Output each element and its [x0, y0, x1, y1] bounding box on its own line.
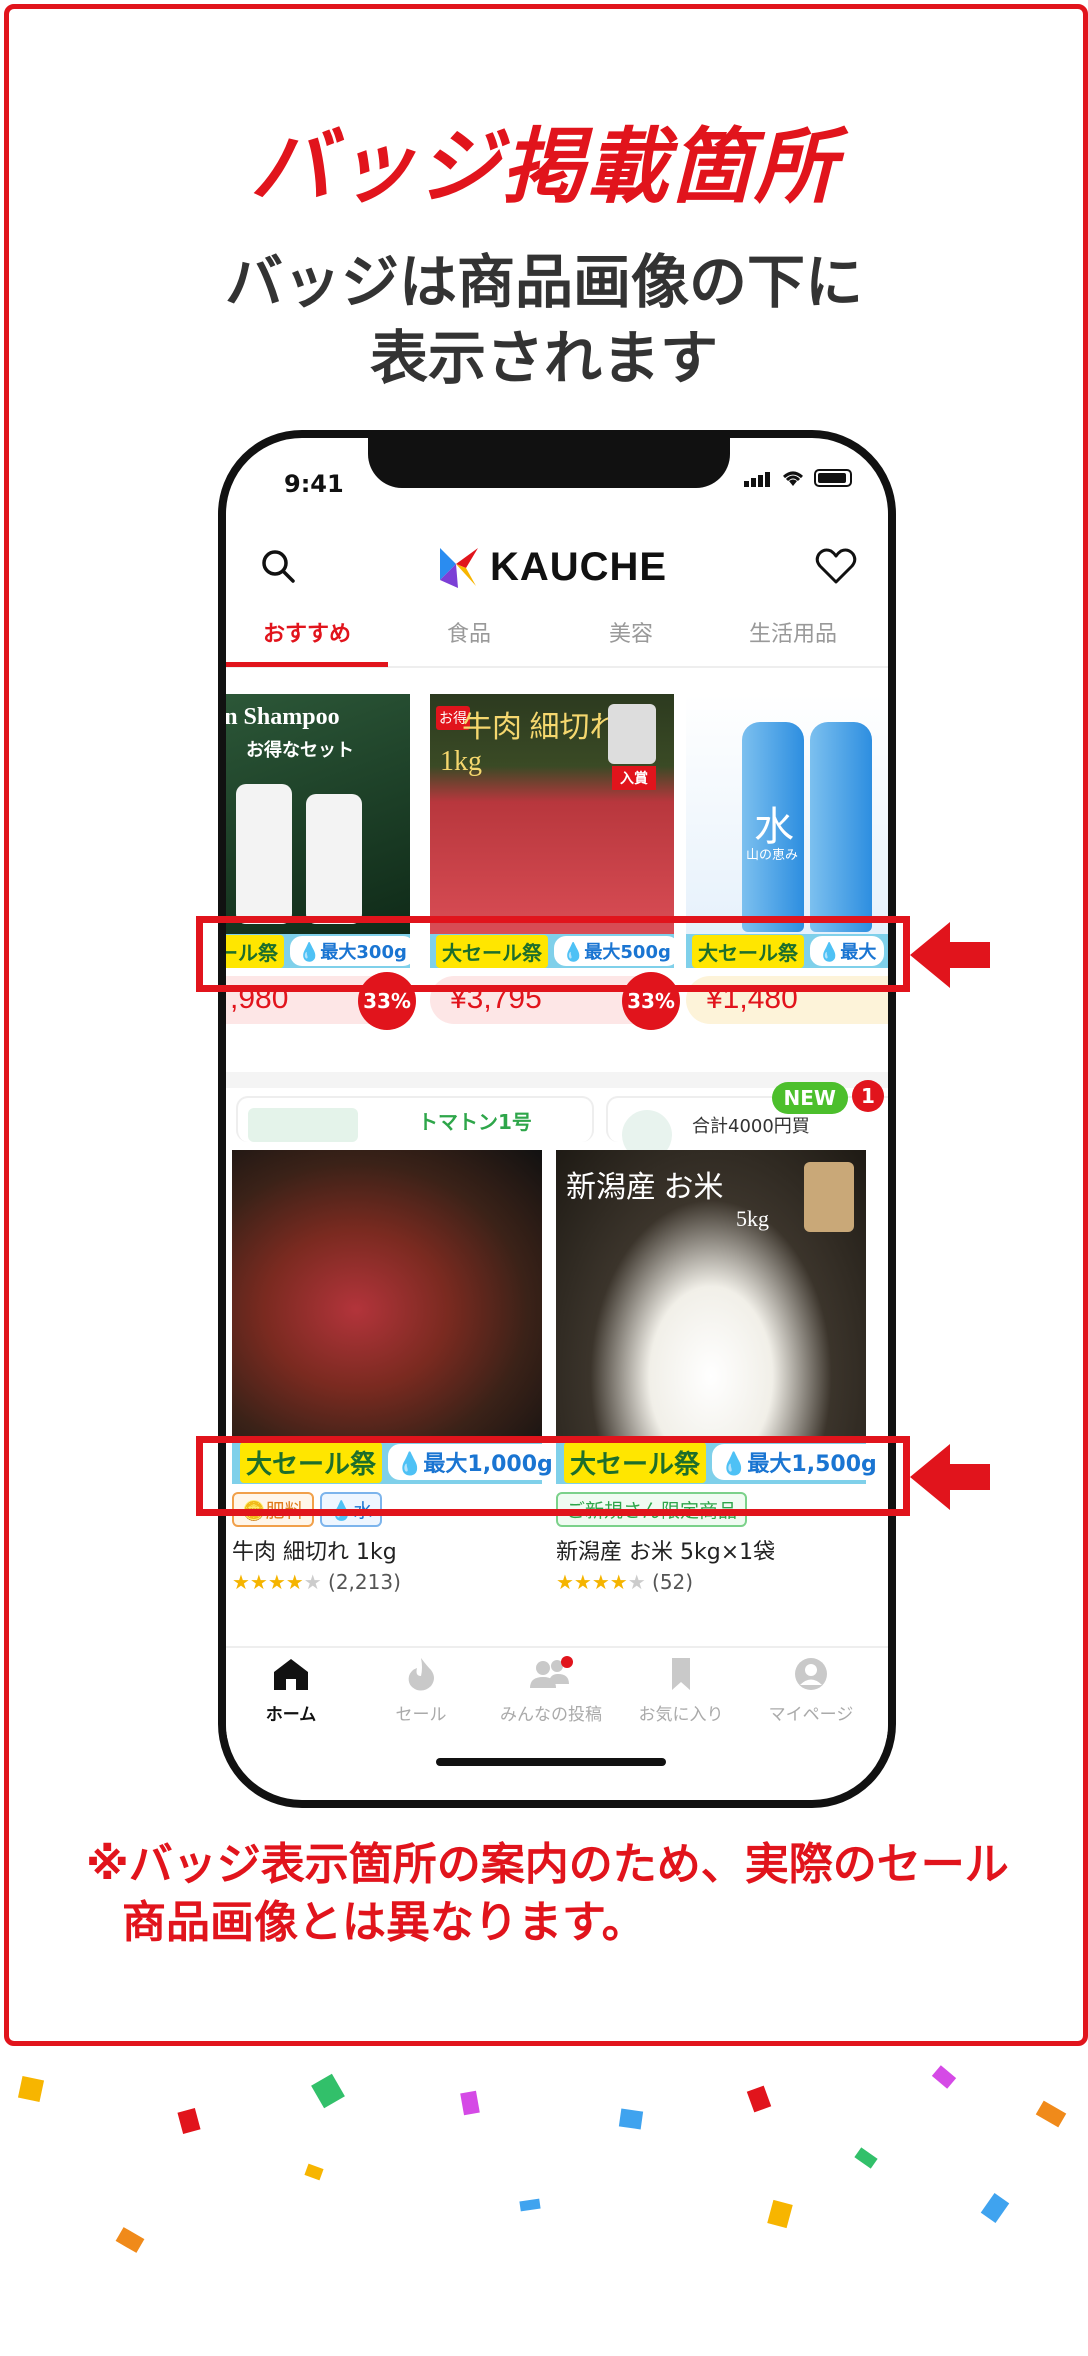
- campaign-text: 合計4000円買: [692, 1116, 810, 1137]
- app-logo: KAUCHE: [436, 544, 667, 590]
- phone-mockup: 9:41 KAUCHE おすすめ 食品 美容 生活用品 n Shampoo お得…: [218, 430, 896, 1808]
- product-card-rice[interactable]: 新潟産 お米 5kg 大セール祭 💧最大1,500g ご新規さん限定商品 新潟産…: [556, 1150, 885, 1600]
- user-icon: [795, 1658, 827, 1690]
- product-image-beef: お得 牛肉 細切れ 1kg 入賞: [430, 694, 674, 934]
- left-arrow-icon: [910, 922, 990, 988]
- status-icons: [744, 468, 852, 487]
- subtitle-line-1: バッジは商品画像の下に: [224, 248, 863, 316]
- left-arrow-icon: [910, 1444, 990, 1510]
- people-icon: [530, 1656, 573, 1688]
- product-image-rice: 新潟産 お米 5kg: [556, 1150, 866, 1440]
- battery-icon: [814, 468, 852, 487]
- tab-beauty[interactable]: 美容: [550, 616, 712, 648]
- new-badge: NEW: [771, 1082, 848, 1114]
- product-rating: ★★★★★ (52): [556, 1570, 694, 1594]
- badge-highlight-box: [196, 916, 910, 992]
- nav-home[interactable]: ホーム: [226, 1656, 356, 1725]
- image-subcaption: 山の恵み: [746, 848, 799, 863]
- search-icon: [262, 550, 295, 583]
- wifi-icon: [783, 471, 803, 486]
- page-subtitle: バッジは商品画像の下に 表示されます: [0, 244, 1088, 396]
- bottom-navigation: ホーム セール みんなの投稿 お気に入り マイページ: [226, 1646, 888, 1738]
- phone-notch: [368, 438, 730, 488]
- campaign-card[interactable]: 合計4000円買: [606, 1096, 888, 1160]
- campaign-text: トマトン1号: [418, 1110, 532, 1134]
- nav-mypage[interactable]: マイページ: [746, 1656, 876, 1725]
- bookmark-icon: [672, 1658, 690, 1690]
- tab-active-indicator: [226, 662, 388, 667]
- nav-favorites[interactable]: お気に入り: [616, 1656, 746, 1725]
- review-count: (2,213): [328, 1570, 401, 1594]
- favorite-button[interactable]: [808, 538, 864, 594]
- product-image-water: 水 山の恵み: [686, 694, 888, 934]
- product-name: 牛肉 細切れ 1kg: [232, 1540, 397, 1565]
- nav-sale[interactable]: セール: [356, 1656, 486, 1725]
- footnote-line-1: ※バッジ表示箇所の案内のため、実際のセール: [86, 1839, 1009, 1890]
- search-button[interactable]: [250, 538, 306, 594]
- award-label: 入賞: [612, 766, 656, 790]
- product-name: 新潟産 お米 5kg×1袋: [556, 1540, 776, 1565]
- image-caption: 牛肉 細切れ: [462, 711, 620, 744]
- footnote-line-2: 商品画像とは異なります。: [122, 1897, 646, 1948]
- heart-icon: [815, 548, 857, 584]
- product-image-steak: [232, 1150, 542, 1440]
- product-rating: ★★★★★ (2,213): [232, 1570, 401, 1594]
- campaign-card[interactable]: トマトン1号: [236, 1096, 594, 1142]
- product-card-beef[interactable]: 大セール祭 💧最大1,000g 🪙肥料 💧水 牛肉 細切れ 1kg ★★★★★ …: [232, 1150, 561, 1600]
- app-bar: KAUCHE: [226, 528, 888, 608]
- flame-icon: [408, 1658, 434, 1691]
- image-caption: 新潟産 お米: [566, 1171, 724, 1204]
- image-subcaption: 1kg: [440, 746, 482, 777]
- status-time: 9:41: [284, 470, 344, 498]
- image-subcaption: 5kg: [736, 1206, 769, 1231]
- home-indicator: [436, 1758, 666, 1766]
- subtitle-line-2: 表示されます: [369, 324, 718, 392]
- tab-food[interactable]: 食品: [388, 616, 550, 648]
- image-caption: Green Shampoo: [224, 704, 340, 730]
- notification-count: 1: [852, 1080, 884, 1112]
- app-logo-text: KAUCHE: [490, 544, 668, 589]
- tab-recommended[interactable]: おすすめ: [226, 616, 388, 648]
- product-image-shampoo: Green Shampoo お得なセット: [224, 694, 410, 934]
- review-count: (52): [652, 1570, 694, 1594]
- kauche-logo-icon: [440, 548, 478, 588]
- nav-posts[interactable]: みんなの投稿: [486, 1656, 616, 1725]
- page-title: バッジ掲載箇所: [250, 120, 838, 215]
- category-tabs: おすすめ 食品 美容 生活用品: [226, 606, 888, 668]
- campaign-row: トマトン1号 合計4000円買 NEW 1: [226, 1080, 888, 1160]
- image-subcaption: お得なセット: [246, 740, 354, 761]
- footnote: ※バッジ表示箇所の案内のため、実際のセール 商品画像とは異なります。: [86, 1836, 1046, 1952]
- tab-daily-goods[interactable]: 生活用品: [712, 616, 874, 648]
- signal-icon: [744, 468, 772, 487]
- home-icon: [274, 1659, 308, 1690]
- badge-highlight-box: [196, 1436, 910, 1516]
